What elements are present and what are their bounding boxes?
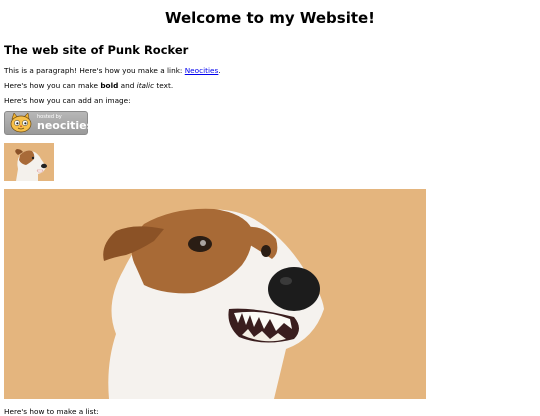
paragraph-period: . [218, 66, 221, 75]
dog-large-image [4, 189, 426, 399]
neocities-badge[interactable]: hosted by neocities [4, 111, 93, 135]
page-subtitle: The web site of Punk Rocker [4, 43, 189, 57]
formatting-text-start: Here's how you can make [4, 81, 101, 90]
dog-thumbnail-image [4, 143, 54, 181]
paragraph-image-intro: Here's how you can add an image: [4, 96, 131, 105]
paragraph-link: This is a paragraph! Here's how you make… [4, 66, 536, 75]
page-content: Welcome to my Website! The web site of P… [4, 0, 536, 416]
formatting-text-mid: and [118, 81, 137, 90]
paragraph-list-intro: Here's how to make a list: [4, 407, 99, 416]
neocities-link[interactable]: Neocities [185, 66, 219, 75]
badge-brand-text: neocities [37, 119, 94, 132]
page-title: Welcome to my Website! [164, 9, 376, 27]
paragraph-text: This is a paragraph! Here's how you make… [4, 66, 185, 75]
bold-text: bold [100, 81, 119, 90]
italic-text: italic [136, 81, 155, 90]
neocities-cat-logo-icon [10, 113, 32, 133]
paragraph-formatting: Here's how you can make bold and italic … [4, 81, 536, 90]
formatting-text-end: text. [154, 81, 174, 90]
